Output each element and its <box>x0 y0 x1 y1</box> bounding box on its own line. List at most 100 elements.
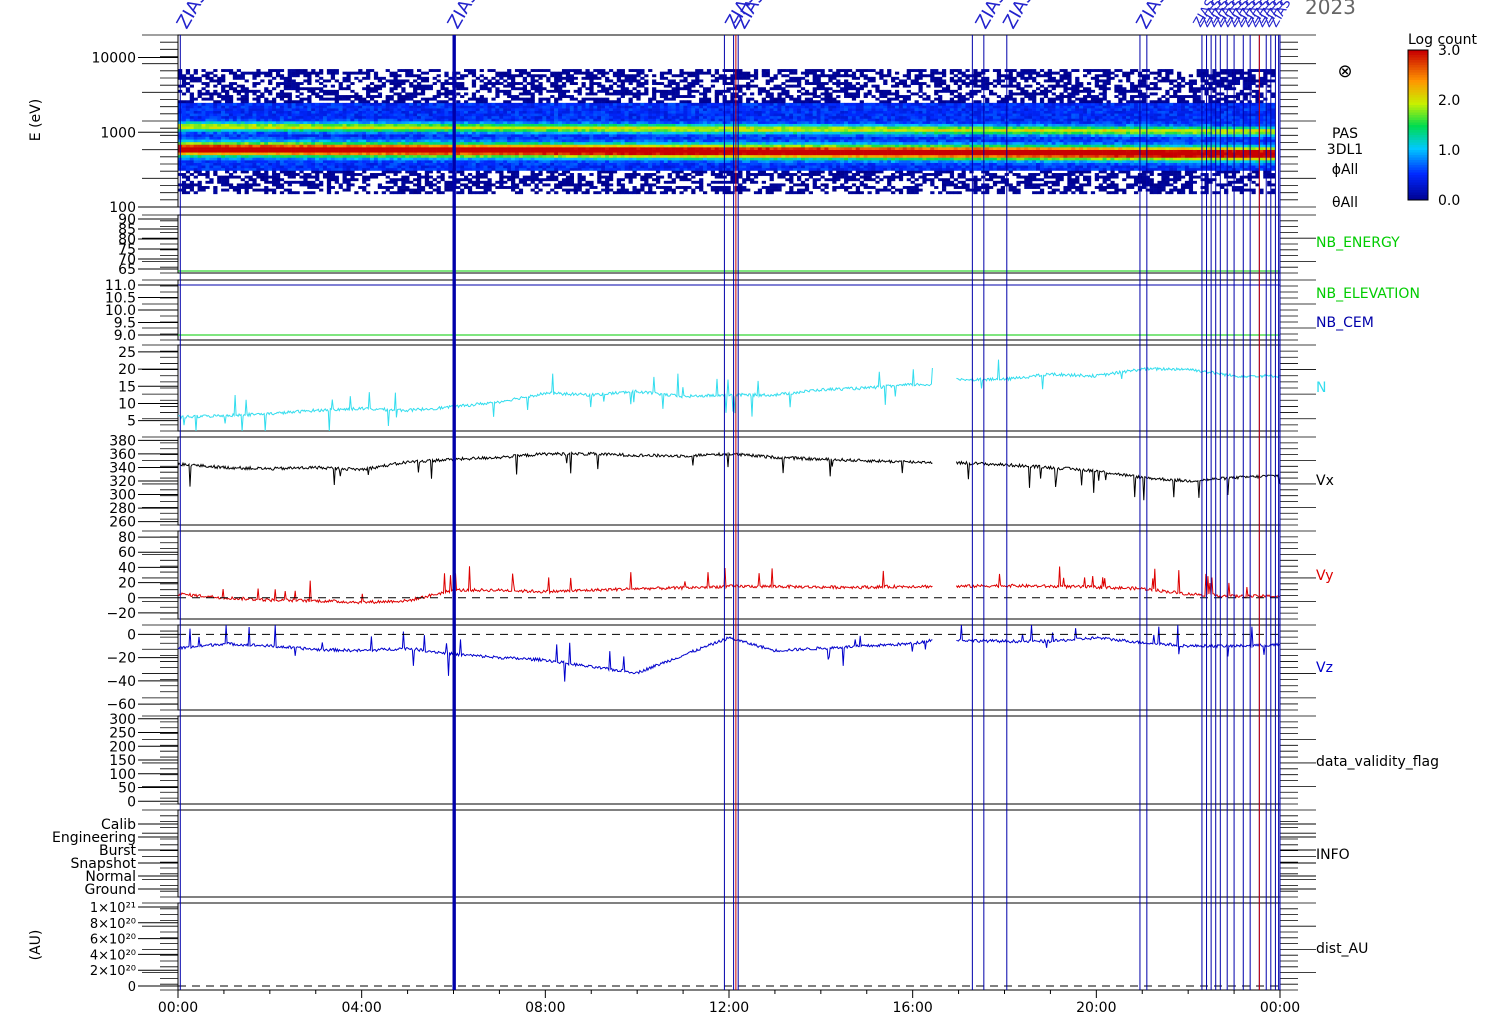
spectrogram-cell <box>464 149 469 153</box>
spectrogram-cell <box>240 154 245 158</box>
spectrogram-cell <box>675 162 680 166</box>
spectrogram-cell <box>542 165 547 169</box>
spectrogram-cell <box>362 167 367 171</box>
spectrogram-cell <box>264 149 269 153</box>
spectrogram-cell <box>471 115 477 119</box>
spectrogram-cell <box>424 180 430 184</box>
spectrogram-cell <box>601 84 606 88</box>
spectrogram-cell <box>385 123 390 127</box>
spectrogram-cell <box>416 152 422 156</box>
spectrogram-cell <box>401 157 406 161</box>
spectrogram-cell <box>624 147 629 150</box>
spectrogram-cell <box>291 118 296 122</box>
spectrogram-cell <box>581 147 586 150</box>
spectrogram-cell <box>350 152 355 156</box>
spectrogram-cell <box>628 141 633 145</box>
spectrogram-cell <box>440 113 445 117</box>
spectrogram-cell <box>620 183 625 187</box>
spectrogram-cell <box>319 134 324 137</box>
spectrogram-cell <box>546 175 551 179</box>
spectrogram-cell <box>628 92 633 96</box>
spectrogram-cell <box>244 152 249 156</box>
spectrogram-cell <box>295 100 300 104</box>
spectrogram-cell <box>526 82 531 85</box>
spectrogram-cell <box>518 105 524 109</box>
spectrogram-cell <box>260 157 265 161</box>
spectrogram-cell <box>268 139 273 143</box>
spectrogram-cell <box>346 110 351 114</box>
spectrogram-cell <box>530 113 535 117</box>
spectrogram-cell <box>256 134 261 137</box>
spectrogram-cell <box>550 126 555 130</box>
spectrogram-cell <box>377 102 383 106</box>
spectrogram-cell <box>652 149 657 153</box>
spectrogram-cell <box>389 115 394 119</box>
spectrogram-cell <box>260 71 265 75</box>
spectrogram-cell <box>283 84 288 88</box>
spectrogram-cell <box>456 147 461 150</box>
spectrogram-cell <box>209 178 214 182</box>
spectrogram-cell <box>315 154 320 158</box>
spectrogram-cell <box>252 160 257 163</box>
spectrogram-cell <box>299 134 304 137</box>
spectrogram-cell <box>675 167 680 171</box>
spectrogram-cell <box>346 71 351 75</box>
spectrogram-cell <box>291 71 296 75</box>
spectrogram-cell <box>538 160 543 163</box>
spectrogram-cell <box>268 121 273 124</box>
spectrogram-cell <box>185 131 191 135</box>
spectrogram-cell <box>675 118 680 122</box>
spectrogram-cell <box>326 92 332 96</box>
spectrogram-cell <box>283 149 288 153</box>
spectrogram-cell <box>240 165 245 169</box>
spectrogram-cell <box>236 108 241 111</box>
spectrogram-cell <box>679 154 684 158</box>
spectrogram-cell <box>413 79 418 83</box>
spectrogram-cell <box>221 118 226 122</box>
spectrogram-cell <box>315 74 320 78</box>
spectrogram-cell <box>303 154 308 158</box>
spectrogram-cell <box>201 110 206 114</box>
spectrogram-cell <box>205 113 210 117</box>
spectrogram-cell <box>577 139 582 143</box>
spectrogram-cell <box>189 162 194 166</box>
spectrogram-cell <box>691 139 696 143</box>
spectrogram-cell <box>358 144 363 148</box>
spectrogram-cell <box>256 165 261 169</box>
spectrogram-cell <box>526 157 531 161</box>
spectrogram-cell <box>424 170 430 174</box>
spectrogram-cell <box>240 144 245 148</box>
spectrogram-cell <box>514 134 520 137</box>
spectrogram-cell <box>228 157 234 161</box>
spectrogram-cell <box>667 108 672 111</box>
spectrogram-cell <box>275 167 281 171</box>
spectrogram-cell <box>424 139 430 143</box>
spectrogram-cell <box>573 115 578 119</box>
spectrogram-cell <box>542 87 547 91</box>
spectrogram-cell <box>667 139 672 143</box>
spectrogram-cell <box>413 123 418 127</box>
spectrogram-cell <box>342 175 347 179</box>
spectrogram-cell <box>671 126 676 130</box>
spectrogram-cell <box>573 110 578 114</box>
spectrogram-cell <box>401 128 406 132</box>
spectrogram-cell <box>299 152 304 156</box>
spectrogram-cell <box>354 191 359 195</box>
spectrogram-cell <box>217 134 222 137</box>
spectrogram-cell <box>413 160 418 163</box>
spectrogram-cell <box>362 134 367 137</box>
spectrogram-cell <box>550 136 555 140</box>
spectrogram-cell <box>416 167 422 171</box>
spectrogram-cell <box>601 134 606 137</box>
spectrogram-cell <box>264 110 269 114</box>
spectrogram-cell <box>644 108 649 111</box>
spectrogram-cell <box>691 115 696 119</box>
spectrogram-cell <box>479 118 484 122</box>
spectrogram-cell <box>405 149 410 153</box>
spectrogram-cell <box>663 144 669 148</box>
spectrogram-cell <box>319 95 324 98</box>
spectrogram-cell <box>346 147 351 150</box>
spectrogram-cell <box>244 183 249 187</box>
spectrogram-cell <box>413 121 418 124</box>
spectrogram-cell <box>608 105 614 109</box>
